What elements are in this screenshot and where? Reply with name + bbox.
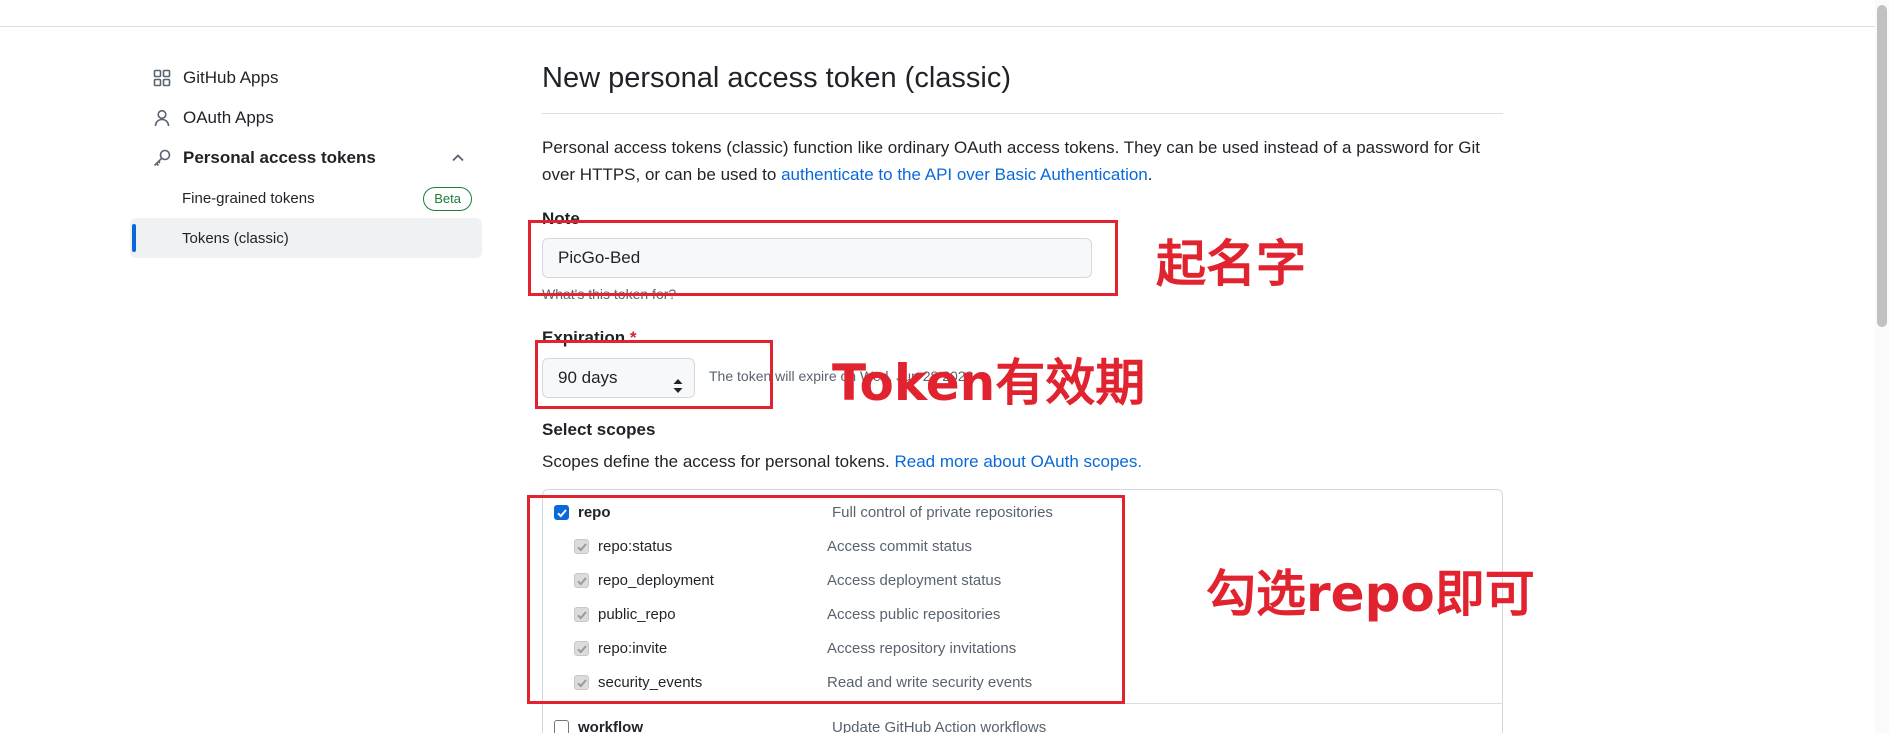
sidebar-item-personal-access-tokens[interactable]: Personal access tokens bbox=[130, 138, 482, 178]
sidebar-item-label: GitHub Apps bbox=[183, 68, 279, 87]
expiry-annotation: Token有效期 bbox=[832, 354, 1146, 412]
name-annotation: 起名字 bbox=[1156, 235, 1306, 293]
sidebar-subitem-label: Tokens (classic) bbox=[182, 229, 289, 247]
beta-badge: Beta bbox=[423, 187, 472, 211]
repo-annotation: 勾选repo即可 bbox=[1206, 565, 1535, 623]
sidebar-item-oauth-apps[interactable]: OAuth Apps bbox=[130, 98, 482, 138]
workflow-checkbox[interactable] bbox=[554, 720, 569, 733]
page-description: Personal access tokens (classic) functio… bbox=[542, 134, 1502, 188]
sidebar-item-label: OAuth Apps bbox=[183, 108, 274, 127]
oauth-scopes-link[interactable]: Read more about OAuth scopes. bbox=[895, 452, 1143, 471]
description-end: . bbox=[1147, 165, 1153, 184]
scopes-description: Scopes define the access for personal to… bbox=[542, 452, 1142, 472]
sidebar-item-github-apps[interactable]: GitHub Apps bbox=[130, 58, 482, 98]
scope-name: workflow bbox=[578, 719, 644, 733]
scopes-desc-text: Scopes define the access for personal to… bbox=[542, 452, 890, 471]
repo-highlight-box bbox=[527, 495, 1125, 704]
settings-sidebar: GitHub Apps OAuth Apps Personal access t… bbox=[130, 58, 482, 258]
person-icon bbox=[152, 108, 172, 128]
top-header-bar bbox=[0, 0, 1889, 27]
page-scrollbar[interactable] bbox=[1875, 0, 1889, 733]
key-icon bbox=[152, 148, 172, 168]
page-title: New personal access token (classic) bbox=[542, 62, 1012, 94]
scope-description: Update GitHub Action workflows bbox=[832, 719, 1047, 733]
sidebar-subitem-fine-grained-tokens[interactable]: Fine-grained tokens Beta bbox=[130, 178, 482, 218]
expiration-highlight-box bbox=[535, 340, 773, 409]
basic-auth-link[interactable]: authenticate to the API over Basic Authe… bbox=[781, 165, 1148, 184]
scope-row-workflow[interactable]: workflow Update GitHub Action workflows bbox=[542, 713, 1503, 733]
select-scopes-label: Select scopes bbox=[542, 420, 656, 439]
chevron-up-icon[interactable] bbox=[448, 148, 468, 168]
sidebar-subitem-label: Fine-grained tokens bbox=[182, 189, 315, 207]
note-highlight-box bbox=[528, 220, 1118, 296]
scrollbar-thumb[interactable] bbox=[1877, 5, 1887, 327]
sidebar-subitem-tokens-classic[interactable]: Tokens (classic) bbox=[130, 218, 482, 258]
sidebar-item-label: Personal access tokens bbox=[183, 148, 376, 167]
apps-grid-icon bbox=[152, 68, 172, 88]
title-divider bbox=[542, 113, 1503, 114]
